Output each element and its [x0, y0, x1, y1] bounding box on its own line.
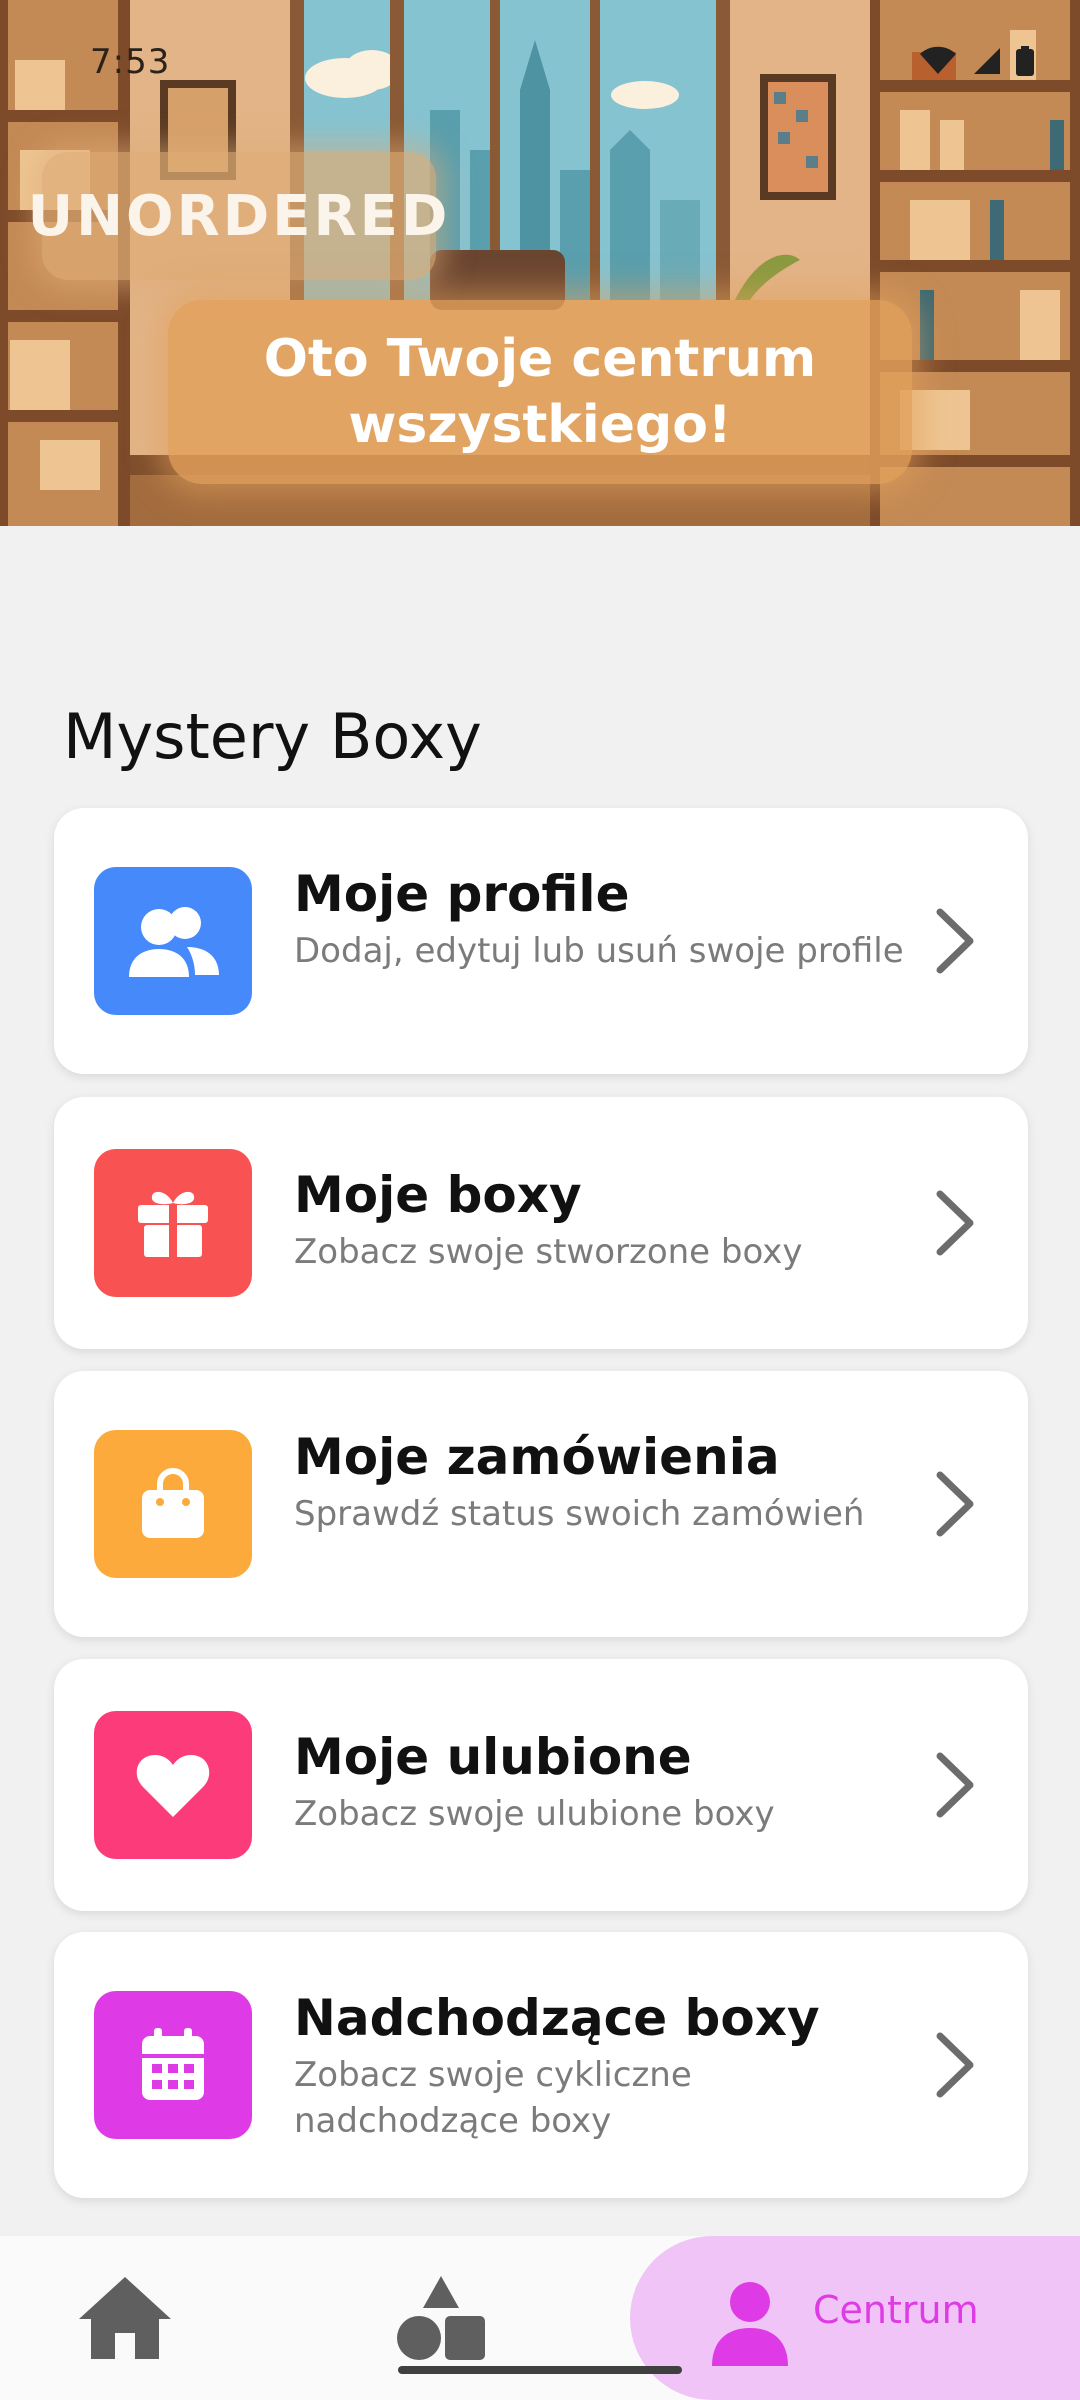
calendar-icon — [94, 1991, 252, 2139]
logo: UNORDERED — [27, 183, 451, 249]
card-my-favorites[interactable]: Moje ulubione Zobacz swoje ulubione boxy — [54, 1659, 1028, 1911]
chevron-right-icon — [936, 1752, 974, 1818]
battery-icon — [1016, 46, 1034, 76]
wifi-icon — [920, 46, 956, 74]
users-icon — [94, 867, 252, 1015]
card-subtitle: Dodaj, edytuj lub usuń swoje profile — [294, 931, 904, 971]
card-upcoming-boxes[interactable]: Nadchodzące boxy Zobacz swoje cykliczne … — [54, 1932, 1028, 2198]
card-my-boxes[interactable]: Moje boxy Zobacz swoje stworzone boxy — [54, 1097, 1028, 1349]
card-my-profiles[interactable]: Moje profile Dodaj, edytuj lub usuń swoj… — [54, 808, 1028, 1074]
card-title: Moje ulubione — [294, 1728, 692, 1786]
card-subtitle: Sprawdź status swoich zamówień — [294, 1494, 865, 1534]
bottom-navigation: Centrum — [0, 2236, 1080, 2400]
shapes-icon — [397, 2276, 485, 2360]
card-subtitle: Zobacz swoje cykliczne nadchodzące boxy — [294, 2055, 692, 2141]
card-subtitle: Zobacz swoje stworzone boxy — [294, 1232, 803, 1272]
logo-badge: UNORDERED — [28, 152, 447, 280]
chevron-right-icon — [936, 1190, 974, 1256]
chevron-right-icon — [936, 2032, 974, 2098]
person-icon — [712, 2282, 788, 2366]
nav-home[interactable] — [50, 2236, 200, 2400]
shopping-bag-icon — [94, 1430, 252, 1578]
hero-headline-box: Oto Twoje centrum wszystkiego! — [168, 300, 912, 484]
hero-banner-image: 7:53 UNORDERED Oto Twoje centrum wszystk… — [0, 0, 1080, 526]
hero-headline: Oto Twoje centrum wszystkiego! — [263, 329, 817, 455]
card-title: Moje boxy — [294, 1166, 582, 1224]
gesture-bar — [398, 2366, 682, 2374]
card-title: Nadchodzące boxy — [294, 1989, 820, 2047]
home-icon — [79, 2277, 171, 2359]
heart-icon — [94, 1711, 252, 1859]
chevron-right-icon — [936, 908, 974, 974]
card-subtitle: Zobacz swoje ulubione boxy — [294, 1794, 775, 1834]
card-title: Moje zamówienia — [294, 1428, 780, 1486]
signal-icon — [974, 48, 1000, 74]
gift-icon — [94, 1149, 252, 1297]
card-title: Moje profile — [294, 865, 630, 923]
nav-centrum-label: Centrum — [813, 2288, 979, 2332]
nav-catalog[interactable] — [365, 2236, 515, 2400]
chevron-right-icon — [936, 1471, 974, 1537]
section-title: Mystery Boxy — [63, 700, 482, 773]
status-icons — [918, 46, 1034, 76]
card-my-orders[interactable]: Moje zamówienia Sprawdź status swoich za… — [54, 1371, 1028, 1637]
status-time: 7:53 — [90, 42, 171, 82]
